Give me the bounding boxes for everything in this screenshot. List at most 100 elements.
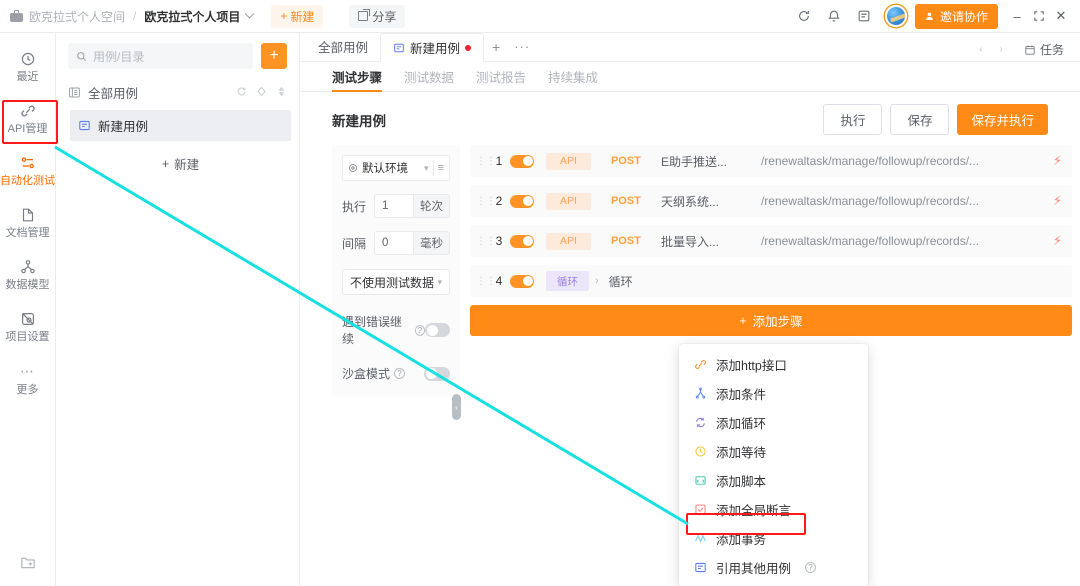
save-and-run-button[interactable]: 保存并执行 <box>957 104 1048 135</box>
maximize-button[interactable] <box>1028 3 1050 29</box>
lightning-icon[interactable]: ⚡ <box>1053 233 1062 249</box>
rail-item-more[interactable]: ⋯ 更多 <box>0 356 56 401</box>
menu-item-add-wait[interactable]: 添加等待 <box>679 437 868 466</box>
environment-select[interactable]: 默认环境 ▾ ≡ <box>342 155 450 181</box>
menu-item-add-http[interactable]: 添加http接口 <box>679 350 868 379</box>
tree-root-actions <box>236 86 287 100</box>
bell-icon[interactable] <box>819 1 849 31</box>
minimize-button[interactable]: – <box>1006 3 1028 29</box>
save-button[interactable]: 保存 <box>890 104 950 135</box>
script-icon <box>693 474 707 487</box>
run-button[interactable]: 执行 <box>823 104 883 135</box>
menu-item-add-global-assertion[interactable]: 添加全局断言 <box>679 495 868 524</box>
filter-icon[interactable] <box>256 86 267 100</box>
exec-rounds-input[interactable]: 1 <box>374 194 413 218</box>
lightning-icon[interactable]: ⚡ <box>1053 153 1062 169</box>
tab-all-cases-label: 全部用例 <box>318 41 369 55</box>
add-folder-icon[interactable] <box>20 555 36 576</box>
step-name: 批量导入... <box>660 234 719 249</box>
help-icon[interactable]: ? <box>394 368 406 379</box>
subtab-test-data[interactable]: 测试数据 <box>404 62 454 92</box>
add-step-button[interactable]: + 添加步骤 <box>470 305 1072 336</box>
new-button[interactable]: + 新建 <box>271 4 324 28</box>
step-url: /renewaltask/manage/followup/records/... <box>760 194 980 208</box>
step-index: 1 <box>495 154 503 168</box>
table-row[interactable]: ⋮⋮ 1 API POST E助手推送... /renewaltask/mana… <box>470 145 1072 177</box>
chevron-right-icon[interactable]: › <box>595 275 599 287</box>
close-button[interactable]: ✕ <box>1050 3 1072 29</box>
transaction-icon <box>693 532 707 545</box>
rail-item-recent[interactable]: 最近 <box>0 43 56 88</box>
tree-add-button[interactable]: + <box>261 43 287 69</box>
continue-on-error-toggle[interactable] <box>425 323 450 337</box>
tab-more-button[interactable]: ··· <box>508 32 536 61</box>
step-type-badge: API <box>546 152 591 170</box>
rail-item-api[interactable]: API管理 <box>0 95 56 140</box>
person-add-icon <box>926 12 933 20</box>
panel-collapse-handle[interactable]: ‹ <box>452 394 461 420</box>
title-bar: 欧克拉弍个人空间 / 欧克拉弍个人项目 + 新建 分享 邀请协作 – ✕ <box>0 0 1080 33</box>
rail-item-data-model[interactable]: 数据模型 <box>0 251 56 296</box>
breadcrumb-project[interactable]: 欧克拉弍个人项目 <box>144 8 240 25</box>
tab-all-cases[interactable]: 全部用例 <box>306 32 380 61</box>
tab-add-button[interactable]: + <box>484 32 508 61</box>
test-dataset-select[interactable]: 不使用测试数据 ▾ <box>342 269 450 295</box>
lightning-icon[interactable]: ⚡ <box>1053 193 1062 209</box>
breadcrumb-workspace[interactable]: 欧克拉弍个人空间 <box>29 8 125 25</box>
environment-menu-icon[interactable]: ≡ <box>438 162 444 174</box>
table-row[interactable]: ⋮⋮ 4 循环 › 循环 <box>470 265 1072 297</box>
refresh-icon[interactable] <box>236 86 247 100</box>
tree-root-all-cases[interactable]: 全部用例 <box>56 77 299 108</box>
step-enable-toggle[interactable] <box>510 234 534 248</box>
step-url: /renewaltask/manage/followup/records/... <box>760 154 980 168</box>
exec-rounds-unit: 轮次 <box>413 194 450 218</box>
drag-handle-icon[interactable]: ⋮⋮ <box>476 236 496 246</box>
left-rail: 最近 API管理 自动化测试 文档管理 数据模型 项目设置 ⋯ 更多 <box>0 33 56 586</box>
tab-scroll-prev[interactable]: ‹ <box>972 39 990 61</box>
step-index: 3 <box>495 234 503 248</box>
avatar[interactable] <box>884 5 907 27</box>
rail-label-api: API管理 <box>7 123 48 136</box>
table-row[interactable]: ⋮⋮ 2 API POST 天纲系统... /renewaltask/manag… <box>470 185 1072 217</box>
tree-root-label: 全部用例 <box>88 87 139 101</box>
tab-new-case[interactable]: 新建用例 <box>380 33 485 62</box>
drag-handle-icon[interactable]: ⋮⋮ <box>476 196 496 206</box>
menu-item-add-condition[interactable]: 添加条件 <box>679 379 868 408</box>
menu-item-add-transaction[interactable]: 添加事务 <box>679 524 868 553</box>
interval-input[interactable]: 0 <box>374 231 413 255</box>
invite-collaborate-button[interactable]: 邀请协作 <box>914 3 998 29</box>
subtab-continuous-integration[interactable]: 持续集成 <box>548 62 598 92</box>
rail-item-project-settings[interactable]: 项目设置 <box>0 303 56 348</box>
help-icon[interactable]: ? <box>414 324 426 336</box>
environment-select-value: 默认环境 <box>362 163 408 175</box>
step-enable-toggle[interactable] <box>510 154 534 168</box>
rail-item-document[interactable]: 文档管理 <box>0 199 56 244</box>
sort-icon[interactable] <box>276 86 287 100</box>
tree-node-new-case[interactable]: 新建用例 <box>70 110 291 141</box>
help-icon[interactable]: ? <box>805 562 817 573</box>
drag-handle-icon[interactable]: ⋮⋮ <box>476 276 496 286</box>
task-button[interactable]: 任务 <box>1018 38 1070 61</box>
notes-icon[interactable] <box>849 1 879 31</box>
refresh-icon[interactable] <box>789 1 819 31</box>
subtab-test-steps[interactable]: 测试步骤 <box>332 62 383 92</box>
rail-item-automation-test[interactable]: 自动化测试 <box>0 147 56 192</box>
continue-on-error-text: 遇到错误继续 <box>342 315 403 346</box>
rail-label-document: 文档管理 <box>5 227 50 240</box>
subtab-test-report[interactable]: 测试报告 <box>476 62 526 92</box>
interval-unit: 毫秒 <box>413 231 450 255</box>
step-enable-toggle[interactable] <box>510 274 534 288</box>
menu-item-reference-other-case[interactable]: 引用其他用例 ? <box>679 553 868 582</box>
sandbox-mode-toggle[interactable] <box>424 366 450 381</box>
continue-on-error-row: 遇到错误继续 ? <box>342 313 450 347</box>
menu-item-add-script[interactable]: 添加脚本 <box>679 466 868 495</box>
drag-handle-icon[interactable]: ⋮⋮ <box>476 156 496 166</box>
search-input[interactable]: 用例/目录 <box>68 43 253 69</box>
tab-scroll-next[interactable]: › <box>992 39 1010 61</box>
table-row[interactable]: ⋮⋮ 3 API POST 批量导入... /renewaltask/manag… <box>470 225 1072 257</box>
step-enable-toggle[interactable] <box>510 194 534 208</box>
menu-item-add-loop[interactable]: 添加循环 <box>679 408 868 437</box>
share-button[interactable]: 分享 <box>349 4 406 28</box>
tree-add-new[interactable]: + 新建 <box>70 147 291 180</box>
chevron-down-icon[interactable] <box>244 8 255 19</box>
